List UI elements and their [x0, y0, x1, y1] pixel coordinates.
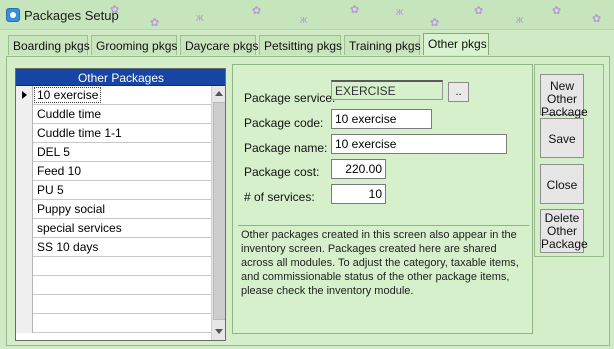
- flower-decoration-icon: ✿: [474, 5, 484, 17]
- flower-decoration-icon: ✿: [552, 5, 562, 17]
- number-of-services-input[interactable]: 10: [331, 184, 386, 204]
- row-selector[interactable]: [16, 295, 33, 314]
- tab-training-pkgs[interactable]: Training pkgs: [344, 35, 421, 55]
- flower-decoration-icon: ✿: [150, 17, 160, 29]
- package-code-label: Package code:: [244, 116, 324, 130]
- package-details-panel: Package service: EXERCISE .. Package cod…: [232, 64, 533, 334]
- tab-petsitting-pkgs[interactable]: Petsitting pkgs: [259, 35, 342, 55]
- table-row[interactable]: Puppy social: [16, 200, 211, 219]
- row-selector[interactable]: [16, 276, 33, 295]
- table-row[interactable]: Feed 10: [16, 162, 211, 181]
- row-package-name: SS 10 days: [37, 240, 99, 254]
- other-packages-grid[interactable]: Other Packages 10 exercise Cuddle time Cud…: [15, 68, 226, 341]
- package-cost-input[interactable]: 220.00: [331, 159, 386, 179]
- number-of-services-label: # of services:: [244, 190, 315, 204]
- panel-divider: [238, 225, 529, 226]
- table-row[interactable]: 10 exercise: [16, 86, 211, 105]
- grid-column-header[interactable]: Other Packages: [16, 69, 225, 86]
- action-buttons-panel: New Other Package Save Close Delete Othe…: [534, 64, 604, 257]
- tab-other-pkgs[interactable]: Other pkgs: [423, 33, 489, 55]
- new-other-package-button[interactable]: New Other Package: [540, 74, 588, 119]
- scrollbar-thumb[interactable]: [213, 102, 225, 320]
- butterfly-decoration-icon: ж: [300, 14, 308, 26]
- package-service-field: EXERCISE: [331, 80, 443, 100]
- row-selector[interactable]: [16, 314, 33, 333]
- delete-other-package-button[interactable]: Delete Other Package: [540, 209, 588, 253]
- butterfly-decoration-icon: ж: [516, 14, 524, 26]
- row-package-name: 10 exercise: [33, 87, 102, 103]
- row-selector[interactable]: [16, 124, 33, 143]
- tab-grooming-pkgs[interactable]: Grooming pkgs: [91, 35, 177, 55]
- row-selector-arrow-icon[interactable]: [16, 86, 33, 105]
- row-package-name: PU 5: [37, 183, 64, 197]
- flower-decoration-icon: ✿: [430, 17, 440, 29]
- package-cost-label: Package cost:: [244, 165, 320, 179]
- row-selector[interactable]: [16, 238, 33, 257]
- row-selector[interactable]: [16, 143, 33, 162]
- app-icon: [6, 8, 20, 22]
- row-selector[interactable]: [16, 162, 33, 181]
- row-selector[interactable]: [16, 257, 33, 276]
- package-service-label: Package service:: [244, 91, 336, 105]
- row-selector[interactable]: [16, 181, 33, 200]
- row-selector[interactable]: [16, 200, 33, 219]
- scroll-up-arrow-icon[interactable]: [215, 91, 223, 96]
- row-package-name: DEL 5: [37, 145, 70, 159]
- grid-body: 10 exercise Cuddle time Cuddle time 1-1 DEL…: [16, 86, 211, 333]
- browse-service-button[interactable]: ..: [448, 82, 469, 102]
- row-package-name: Feed 10: [37, 164, 82, 178]
- table-row[interactable]: SS 10 days: [16, 238, 211, 257]
- info-text: Other packages created in this screen al…: [241, 229, 519, 297]
- save-button[interactable]: Save: [540, 118, 584, 158]
- row-package-name: special services: [37, 221, 122, 235]
- package-name-input[interactable]: 10 exercise: [331, 134, 507, 154]
- flower-decoration-icon: ✿: [350, 4, 360, 16]
- table-row[interactable]: [16, 257, 211, 276]
- table-row[interactable]: Cuddle time: [16, 105, 211, 124]
- grid-vertical-scrollbar[interactable]: [211, 86, 225, 340]
- row-package-name: Puppy social: [37, 202, 106, 216]
- close-button[interactable]: Close: [540, 164, 584, 204]
- scroll-down-arrow-icon[interactable]: [215, 329, 223, 334]
- table-row[interactable]: [16, 295, 211, 314]
- table-row[interactable]: [16, 314, 211, 333]
- flower-decoration-icon: ✿: [252, 5, 262, 17]
- table-row[interactable]: DEL 5: [16, 143, 211, 162]
- window-title: Packages Setup: [24, 8, 119, 23]
- tab-content: Other Packages 10 exercise Cuddle time Cud…: [6, 56, 610, 346]
- row-package-name: Cuddle time: [37, 107, 102, 121]
- table-row[interactable]: special services: [16, 219, 211, 238]
- title-bar: Packages Setup ✿ ✿ ж ✿ ж ✿ ж ✿ ✿ ж ✿ ✿: [0, 0, 614, 30]
- row-package-name: Cuddle time 1-1: [37, 126, 122, 140]
- row-selector[interactable]: [16, 105, 33, 124]
- butterfly-decoration-icon: ж: [396, 6, 404, 18]
- tab-daycare-pkgs[interactable]: Daycare pkgs: [180, 35, 258, 55]
- butterfly-decoration-icon: ж: [196, 12, 204, 24]
- table-row[interactable]: Cuddle time 1-1: [16, 124, 211, 143]
- flower-decoration-icon: ✿: [592, 13, 602, 25]
- package-code-input[interactable]: 10 exercise: [331, 109, 432, 129]
- package-name-label: Package name:: [244, 141, 328, 155]
- flower-decoration-icon: ✿: [110, 4, 120, 16]
- table-row[interactable]: PU 5: [16, 181, 211, 200]
- row-selector[interactable]: [16, 219, 33, 238]
- tab-boarding-pkgs[interactable]: Boarding pkgs: [8, 35, 90, 55]
- table-row[interactable]: [16, 276, 211, 295]
